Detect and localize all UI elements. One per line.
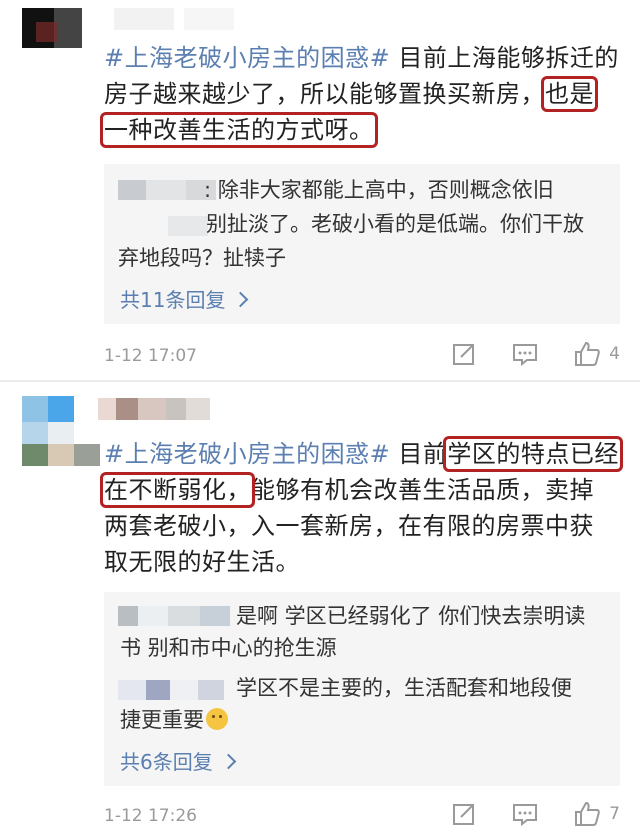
comment-icon [513,344,538,367]
timestamp: 1-12 17:26 [104,806,197,826]
chevron-right-icon [233,291,249,308]
like-count: 7 [609,804,620,824]
thumbs-up-icon [575,341,600,366]
reply-text: 别扯淡了。老破小看的是低端。你们干放 [206,212,584,236]
view-replies-link[interactable]: 共6条回复 [120,746,237,775]
reply-text: 捷更重要 [120,704,228,736]
comment-body: #上海老破小房主的困惑# 目前学区的特点已经 在不断弱化，能够有机会改善生活品质… [100,436,623,576]
highlight-box: 在不断弱化， [100,472,255,508]
reply-box[interactable]: : 除非大家都能上高中，否则概念依旧 别扯淡了。老破小看的是低端。你们干放 弃地… [104,164,620,324]
thumbs-up-icon [575,801,600,826]
action-bar: 4 [451,340,620,368]
topic-tag-link[interactable]: #上海老破小房主的困惑# [104,440,390,468]
reply-text: 是啊 学区已经弱化了 你们快去崇明读 [236,604,586,628]
share-icon [453,804,475,825]
reply-text: 弃地段吗？扯犊子 [118,246,286,270]
timestamp: 1-12 17:07 [104,346,197,366]
reply-text: : 除非大家都能上高中，否则概念依旧 [204,178,554,202]
highlight-box: 也是 [541,76,598,112]
share-button[interactable] [451,341,477,367]
like-count: 4 [609,344,620,364]
view-replies-link[interactable]: 共11条回复 [120,284,249,313]
share-button[interactable] [451,801,477,827]
smile-emoji-icon [206,708,228,730]
divider [0,380,640,382]
comment-icon [513,804,538,827]
comment-body: #上海老破小房主的困惑# 目前上海能够拆迁的 房子越来越少了，所以能够置换买新房… [100,44,619,148]
share-icon [453,344,475,365]
like-button[interactable]: 4 [573,340,620,368]
reply-box[interactable]: 是啊 学区已经弱化了 你们快去崇明读 书 别和市中心的抢生源 学区不是主要的，生… [104,592,620,786]
avatar[interactable] [22,396,100,466]
reply-text: 书 别和市中心的抢生源 [120,636,337,660]
action-bar: 7 [451,800,620,828]
topic-tag-link[interactable]: #上海老破小房主的困惑# [104,44,390,72]
comment-button[interactable] [511,341,539,367]
highlight-box: 学区的特点已经 [443,436,623,472]
avatar[interactable] [22,8,92,48]
like-button[interactable]: 7 [573,800,620,828]
highlight-box: 一种改善生活的方式呀。 [100,112,378,148]
reply-text: 学区不是主要的，生活配套和地段便 [236,676,572,700]
comment-button[interactable] [511,801,539,827]
chevron-right-icon [220,753,237,770]
